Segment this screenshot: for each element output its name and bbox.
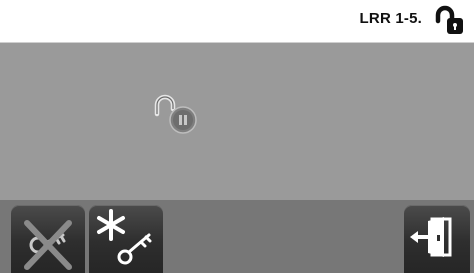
header-bar: LRR 1-5. [0,0,474,43]
delete-key-button[interactable] [11,205,85,273]
exit-button[interactable] [404,205,470,273]
unlocked-padlock-icon [151,92,203,134]
add-key-button[interactable] [89,205,163,273]
key-crossed-out-icon [24,220,72,270]
unlocked-padlock-icon [434,5,468,37]
status-area [0,43,474,200]
screen: LRR 1-5. [0,0,474,273]
device-title: LRR 1-5. [359,10,422,27]
exit-door-icon [410,217,452,257]
asterisk-key-icon [97,209,152,265]
